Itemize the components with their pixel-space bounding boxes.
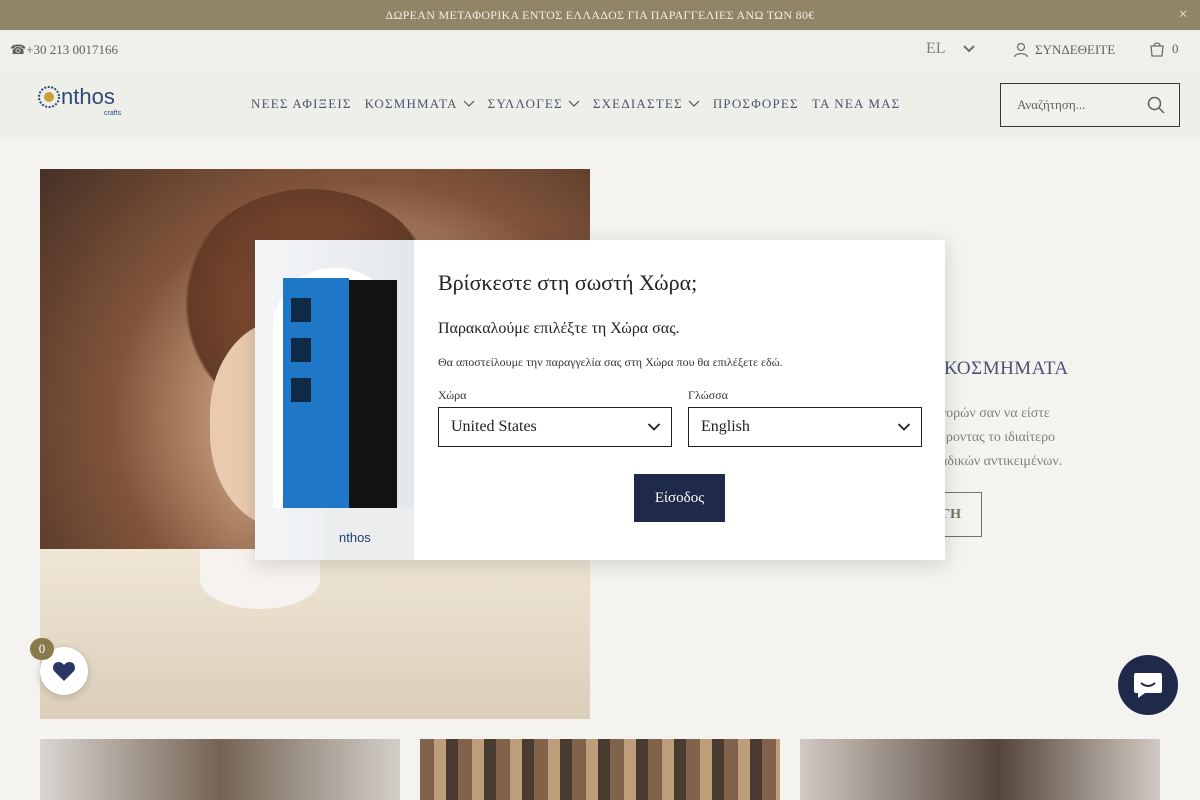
- chevron-down-icon: [897, 423, 911, 431]
- enter-button[interactable]: Είσοδος: [634, 474, 725, 522]
- language-label: Γλώσσα: [688, 388, 728, 402]
- modal-subtitle: Παρακαλούμε επιλέξτε τη Χώρα σας.: [438, 320, 680, 337]
- heart-icon: [52, 662, 76, 681]
- blue-door: [283, 278, 349, 508]
- country-label: Χώρα: [438, 388, 467, 402]
- language-field: Γλώσσα English: [688, 388, 922, 447]
- chat-button[interactable]: [1118, 655, 1178, 715]
- modal-door-image: nthos: [255, 240, 414, 560]
- language-value: English: [701, 418, 750, 435]
- chevron-down-icon: [647, 423, 661, 431]
- country-selector-modal: nthos Βρίσκεστε στη σωστή Χώρα; Παρακαλο…: [255, 240, 945, 560]
- country-select[interactable]: United States: [438, 407, 672, 447]
- chat-icon: [1134, 673, 1162, 698]
- modal-title: Βρίσκεστε στη σωστή Χώρα;: [438, 270, 698, 295]
- country-field: Χώρα United States: [438, 388, 672, 447]
- country-value: United States: [451, 418, 537, 435]
- door-pane: [289, 336, 313, 364]
- language-select[interactable]: English: [688, 407, 922, 447]
- modal-image-logo: nthos: [339, 530, 371, 545]
- modal-body: Βρίσκεστε στη σωστή Χώρα; Παρακαλούμε επ…: [438, 270, 923, 447]
- door-opening: [349, 280, 397, 508]
- door-pane: [289, 296, 313, 324]
- wishlist-count-badge: 0: [30, 638, 54, 660]
- modal-fields: Χώρα United States Γλώσσα English: [438, 388, 923, 447]
- door-pane: [289, 376, 313, 404]
- modal-note: Θα αποστείλουμε την παραγγελία σας στη Χ…: [438, 355, 783, 369]
